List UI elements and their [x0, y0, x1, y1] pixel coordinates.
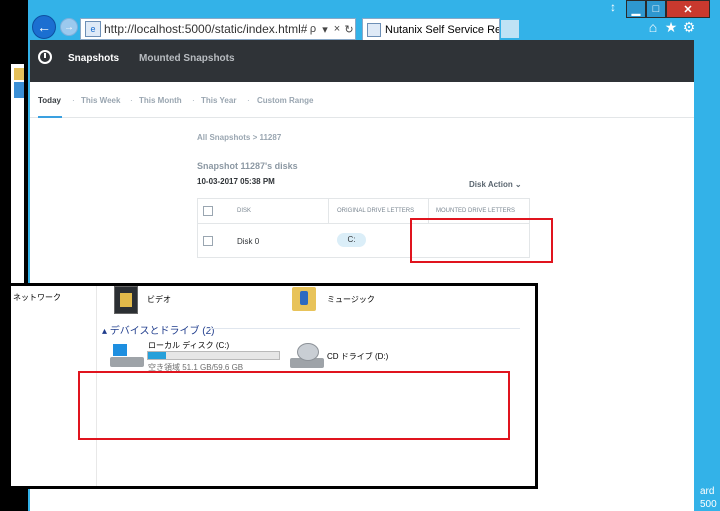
- window-edge-highlight: [14, 82, 24, 98]
- column-header-disk: DISK: [237, 208, 252, 214]
- filter-separator: ·: [192, 96, 195, 105]
- app-header: [30, 40, 694, 82]
- local-disk-icon[interactable]: [110, 357, 144, 367]
- snapshot-date: 10-03-2017 05:38 PM: [197, 177, 275, 186]
- forward-button[interactable]: →: [60, 18, 78, 36]
- column-header-original: ORIGINAL DRIVE LETTERS: [337, 208, 415, 214]
- search-icon[interactable]: ρ: [307, 23, 319, 35]
- disk-usage-fill: [148, 352, 166, 359]
- tab-title: Nutanix Self Service Res...: [385, 23, 499, 36]
- nav-snapshots[interactable]: Snapshots: [68, 53, 119, 64]
- table-cell-disk: Disk 0: [237, 237, 260, 246]
- page-icon: e: [85, 21, 101, 37]
- dropdown-icon[interactable]: ▾: [319, 23, 331, 36]
- home-icon[interactable]: ⌂: [646, 20, 660, 34]
- column-divider: [328, 198, 329, 224]
- video-folder-icon[interactable]: [114, 286, 138, 314]
- gear-icon[interactable]: ⚙: [682, 20, 696, 34]
- edge-text: ard: [700, 486, 715, 497]
- tab-favicon-icon: [367, 22, 381, 37]
- cd-disc-icon: [297, 343, 319, 361]
- breadcrumb[interactable]: All Snapshots > 11287: [197, 133, 281, 142]
- disk-action-dropdown[interactable]: Disk Action ⌄: [469, 180, 522, 189]
- filter-separator: ·: [72, 96, 75, 105]
- edge-text: 500: [700, 499, 717, 510]
- filter-this-month[interactable]: This Month: [139, 96, 182, 105]
- new-tab-button[interactable]: [501, 20, 519, 38]
- highlight-box: [410, 218, 553, 263]
- highlight-box: [78, 371, 510, 440]
- filter-separator: ·: [130, 96, 133, 105]
- disk-usage-bar: [147, 351, 280, 360]
- cd-drive-label[interactable]: CD ドライブ (D:): [327, 351, 388, 362]
- windows-logo-icon: [113, 344, 127, 356]
- nav-network[interactable]: ネットワーク: [13, 292, 61, 303]
- minimize-button[interactable]: ▁: [626, 0, 646, 18]
- maximize-button[interactable]: □: [646, 0, 666, 18]
- cursor-icon: ↕: [610, 0, 616, 14]
- video-folder-label[interactable]: ビデオ: [147, 294, 171, 305]
- back-arrow-icon: ←: [37, 19, 51, 35]
- row-checkbox[interactable]: [203, 236, 213, 246]
- devices-section-header[interactable]: ▴ デバイスとドライブ (2): [102, 322, 215, 337]
- address-text[interactable]: http://localhost:5000/static/index.html#…: [104, 22, 307, 36]
- refresh-icon[interactable]: ↻: [343, 23, 355, 36]
- star-icon[interactable]: ★: [664, 20, 678, 34]
- clock-logo-icon: [38, 50, 52, 64]
- filter-this-week[interactable]: This Week: [81, 96, 120, 105]
- address-bar[interactable]: e http://localhost:5000/static/index.htm…: [80, 18, 356, 40]
- filter-this-year[interactable]: This Year: [201, 96, 236, 105]
- local-disk-label[interactable]: ローカル ディスク (C:): [148, 340, 229, 351]
- forward-arrow-icon: →: [64, 21, 74, 33]
- close-button[interactable]: ✕: [666, 0, 710, 18]
- browser-tab[interactable]: Nutanix Self Service Res... ×: [362, 18, 500, 40]
- music-folder-label[interactable]: ミュージック: [327, 294, 375, 305]
- stop-icon[interactable]: ×: [331, 23, 343, 35]
- filter-today[interactable]: Today: [38, 96, 61, 105]
- section-divider: [206, 328, 520, 329]
- filter-separator: ·: [247, 96, 250, 105]
- nav-mounted-snapshots[interactable]: Mounted Snapshots: [139, 53, 235, 64]
- filter-custom-range[interactable]: Custom Range: [257, 96, 313, 105]
- column-header-mounted: MOUNTED DRIVE LETTERS: [436, 208, 516, 214]
- folder-icon: [14, 68, 24, 80]
- music-folder-icon[interactable]: [292, 287, 316, 311]
- drive-letter-badge: C:: [337, 233, 366, 247]
- back-button[interactable]: ←: [32, 15, 56, 39]
- page-title: Snapshot 11287's disks: [197, 161, 298, 171]
- active-filter-underline: [38, 116, 62, 118]
- select-all-checkbox[interactable]: [203, 206, 213, 216]
